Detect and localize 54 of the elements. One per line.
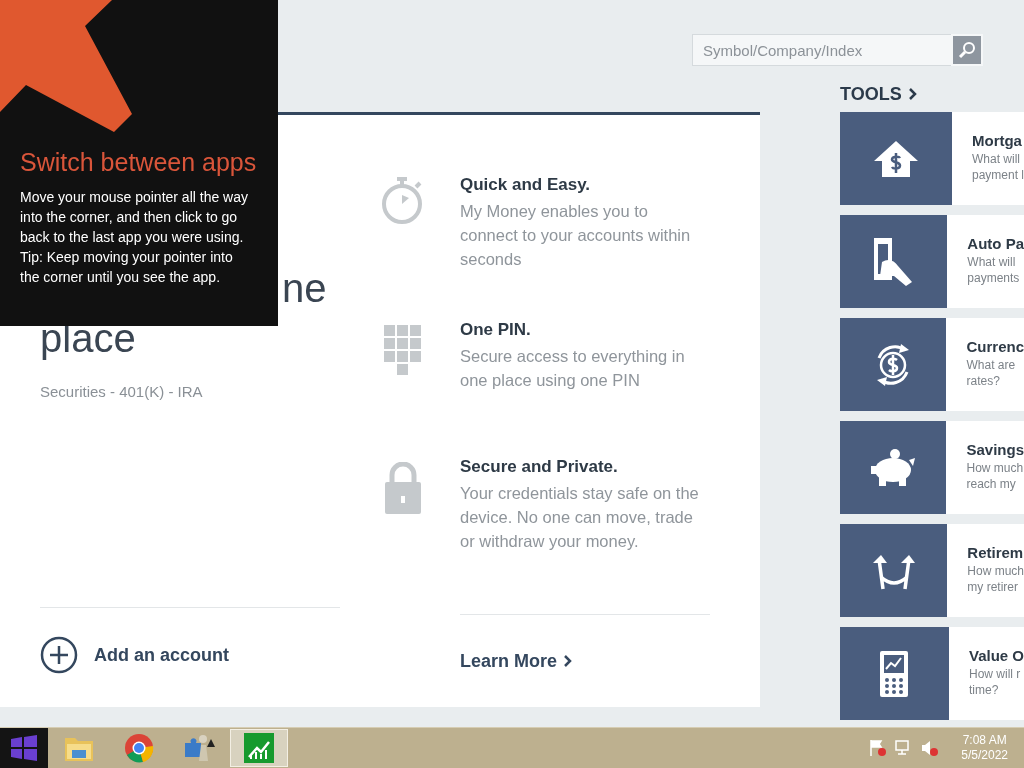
search-button[interactable] [951, 34, 983, 66]
learn-more-link[interactable]: Learn More [460, 614, 710, 707]
tool-title: Retirem [967, 544, 1024, 561]
tool-title: Currenc [966, 338, 1024, 355]
chevron-icon [563, 655, 573, 668]
windows-logo [11, 735, 37, 761]
feature-text: Your credentials stay safe on the device. No one can move, trade or withdraw your money. [460, 483, 700, 553]
feature-text: My Money enables you to connect to your accounts within seconds [460, 201, 692, 270]
chrome-icon [124, 733, 154, 763]
games-icon [183, 733, 215, 763]
tool-title: Savings [966, 441, 1024, 458]
plus-circle-icon [40, 636, 78, 674]
tool-description: reach my [966, 476, 1017, 492]
tool-description: How much [967, 563, 1024, 579]
search-field[interactable]: Symbol/Company/Index [692, 34, 951, 66]
chevron-icon [907, 88, 917, 100]
account-types-text: Securities - 401(K) - IRA [40, 383, 204, 400]
heading-text: place [40, 316, 136, 360]
piggy-bank-icon [869, 447, 918, 488]
tool-description: What are [966, 357, 1017, 373]
feature-text: Secure access to everything in one place using one PIN [460, 345, 686, 391]
feature-title: Quick and Easy. [460, 175, 592, 195]
calculator-chart-icon [879, 649, 910, 698]
tool-description: What will [967, 254, 1017, 270]
heading-text: ne [282, 266, 327, 310]
tip-title: Switch between apps [20, 148, 258, 177]
tool-description: time? [968, 682, 1000, 698]
padlock-icon [384, 462, 422, 515]
flag-alert-icon[interactable] [869, 739, 888, 757]
tool-description: rates? [966, 373, 1001, 389]
tools-link[interactable]: TOOLS [840, 76, 1024, 112]
start-button[interactable] [0, 728, 48, 768]
tool-description: What will [971, 151, 1021, 167]
tool-description: payment l [971, 167, 1024, 183]
taskbar-app[interactable] [230, 729, 288, 767]
tool-description: How will r [968, 666, 1022, 682]
stopwatch-icon [381, 175, 425, 225]
keypad-icon [384, 324, 422, 375]
feature-title: One PIN. [460, 319, 532, 340]
tip-text: Move your mouse pointer all the way into the corner, and then click to go back to the last app you were using. [20, 188, 249, 247]
tool-title: Auto Pa [967, 235, 1024, 252]
tool-description: How much [966, 460, 1024, 476]
money-chart-icon [244, 733, 274, 763]
search-icon [958, 41, 976, 59]
tool-description: my retirer [967, 579, 1019, 595]
feature-title: Secure and Private. [460, 457, 619, 478]
tool-description: payments [967, 270, 1021, 286]
arrow-icon [0, 0, 132, 132]
tip-text: Tip: Keep moving your pointer into the corner until you see the app. [20, 248, 234, 287]
add-account-button[interactable]: Add an account [94, 644, 229, 666]
tool-title: Value O [968, 647, 1024, 664]
tool-title: Mortga [971, 132, 1023, 149]
house-dollar-icon [872, 138, 920, 179]
speaker-muted-icon[interactable] [921, 739, 940, 757]
